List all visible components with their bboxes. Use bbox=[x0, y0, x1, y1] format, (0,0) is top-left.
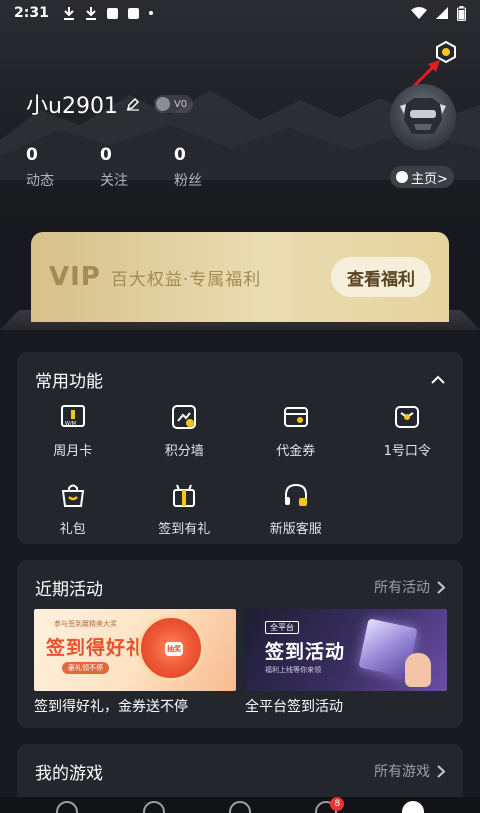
feature-password[interactable]: 1号口令 bbox=[352, 402, 464, 464]
feature-label: 签到有礼 bbox=[158, 522, 211, 537]
lottery-wheel-image: 抽奖 bbox=[138, 615, 204, 681]
svg-text:W/M: W/M bbox=[65, 421, 76, 427]
notification-square-icon bbox=[106, 7, 118, 19]
card-title: 常用功能 bbox=[35, 372, 103, 392]
all-games-label: 所有游戏 bbox=[374, 764, 430, 780]
bottom-navigation: 8 bbox=[0, 797, 480, 813]
stat-label: 粉丝 bbox=[174, 173, 202, 189]
profile-stats: 0 动态 0 关注 0 粉丝 bbox=[26, 145, 248, 190]
hand-image bbox=[405, 653, 431, 687]
recent-activities-card: 近期活动 所有活动 参与签到赢精美大奖 签到得好礼 豪礼领不停 抽奖 全平台 签… bbox=[17, 560, 463, 728]
feature-label: 积分墙 bbox=[164, 444, 204, 459]
stat-label: 关注 bbox=[100, 173, 128, 189]
avatar[interactable] bbox=[390, 84, 456, 150]
card-title: 我的游戏 bbox=[35, 764, 103, 784]
stat-value: 0 bbox=[174, 145, 186, 165]
chevron-right-icon bbox=[437, 764, 445, 778]
download-icon bbox=[63, 6, 75, 20]
wheel-center-label: 抽奖 bbox=[165, 642, 183, 656]
customer-service-icon bbox=[281, 480, 311, 510]
banner-headline: 签到得好礼 bbox=[46, 637, 147, 659]
nav-games[interactable] bbox=[228, 797, 252, 813]
edit-icon[interactable] bbox=[126, 97, 140, 111]
feature-label: 新版客服 bbox=[269, 522, 322, 537]
vip-description: 百大权益·专属福利 bbox=[110, 269, 262, 290]
my-games-card: 我的游戏 所有游戏 bbox=[17, 744, 463, 804]
download-icon bbox=[85, 6, 97, 20]
feature-voucher[interactable]: 代金券 bbox=[240, 402, 352, 464]
gift-bag-icon bbox=[58, 480, 88, 510]
banner-subtext: 福利上线等你来领 bbox=[265, 666, 321, 674]
discover-nav-icon bbox=[142, 801, 165, 813]
features-grid: W/M 周月卡 积分墙 代金券 1号口令 礼包 签到有礼 新版客服 bbox=[17, 402, 463, 542]
feature-gift-bag[interactable]: 礼包 bbox=[17, 480, 129, 542]
status-time: 2:31 bbox=[14, 5, 49, 21]
robot-avatar-icon bbox=[400, 98, 446, 134]
wifi-icon bbox=[411, 6, 427, 19]
stat-following[interactable]: 0 关注 bbox=[100, 145, 174, 190]
username-row: 小u2901 V0 bbox=[26, 88, 194, 120]
password-icon bbox=[392, 402, 422, 432]
voucher-icon bbox=[281, 402, 311, 432]
feature-monthly-card[interactable]: W/M 周月卡 bbox=[17, 402, 129, 464]
nav-profile[interactable] bbox=[401, 797, 425, 813]
vip-label: VIP bbox=[49, 262, 101, 292]
monthly-card-icon: W/M bbox=[58, 402, 88, 432]
banner-caption[interactable]: 签到得好礼，金券送不停 bbox=[34, 696, 188, 716]
feature-label: 礼包 bbox=[59, 522, 86, 537]
activity-banner-platform-checkin[interactable]: 全平台 签到活动 福利上线等你来领 bbox=[245, 609, 447, 691]
activity-banner-checkin-gift[interactable]: 参与签到赢精美大奖 签到得好礼 豪礼领不停 抽奖 bbox=[34, 609, 236, 691]
feature-label: 周月卡 bbox=[53, 444, 93, 459]
card-title: 近期活动 bbox=[35, 580, 103, 600]
level-text: V0 bbox=[173, 98, 188, 110]
message-count-badge: 8 bbox=[330, 797, 345, 811]
nav-home[interactable] bbox=[55, 797, 79, 813]
games-nav-icon bbox=[228, 801, 251, 813]
stat-value: 0 bbox=[26, 145, 38, 165]
collapse-chevron-up-icon[interactable] bbox=[431, 370, 445, 389]
stat-value: 0 bbox=[100, 145, 112, 165]
feature-label: 代金券 bbox=[276, 444, 316, 459]
checkin-gift-icon bbox=[169, 480, 199, 510]
feature-label: 1号口令 bbox=[383, 444, 431, 459]
all-games-link[interactable]: 所有游戏 bbox=[374, 761, 445, 781]
stat-posts[interactable]: 0 动态 bbox=[26, 145, 100, 190]
stat-label: 动态 bbox=[26, 173, 54, 189]
nav-messages[interactable]: 8 bbox=[314, 797, 345, 813]
level-badge[interactable]: V0 bbox=[153, 95, 194, 113]
common-features-card: 常用功能 W/M 周月卡 积分墙 代金券 1号口令 礼包 签到有礼 新版客服 bbox=[17, 352, 463, 544]
banner-tag: 全平台 bbox=[265, 621, 299, 634]
chevron-right-icon bbox=[437, 580, 445, 594]
level-icon bbox=[155, 97, 170, 111]
all-activities-label: 所有活动 bbox=[374, 580, 430, 596]
smile-icon bbox=[396, 171, 409, 183]
stat-followers[interactable]: 0 粉丝 bbox=[174, 145, 248, 190]
more-notifications-dot-icon bbox=[148, 11, 153, 15]
profile-header: 小u2901 V0 0 动态 0 关注 0 粉丝 主页> bbox=[0, 0, 480, 225]
banner-small-text: 参与签到赢精美大奖 bbox=[54, 620, 117, 628]
username: 小u2901 bbox=[26, 94, 118, 119]
battery-icon bbox=[457, 5, 466, 21]
vip-card[interactable]: VIP 百大权益·专属福利 查看福利 bbox=[31, 232, 449, 322]
signal-icon bbox=[436, 7, 448, 19]
points-wall-icon bbox=[169, 402, 199, 432]
profile-nav-icon bbox=[401, 801, 424, 813]
notification-square-icon bbox=[127, 7, 139, 19]
home-nav-icon bbox=[56, 801, 79, 813]
feature-points-wall[interactable]: 积分墙 bbox=[129, 402, 241, 464]
feature-checkin-gift[interactable]: 签到有礼 bbox=[129, 480, 241, 542]
banner-subtext: 豪礼领不停 bbox=[62, 662, 109, 674]
vip-section: VIP 百大权益·专属福利 查看福利 bbox=[0, 228, 480, 336]
view-benefits-button[interactable]: 查看福利 bbox=[331, 257, 431, 297]
banner-headline: 签到活动 bbox=[265, 641, 346, 663]
home-page-button[interactable]: 主页> bbox=[390, 166, 454, 188]
nav-discover[interactable] bbox=[142, 797, 166, 813]
status-bar: 2:31 bbox=[0, 0, 480, 26]
all-activities-link[interactable]: 所有活动 bbox=[374, 577, 445, 597]
home-page-label: 主页> bbox=[411, 171, 448, 187]
banner-caption[interactable]: 全平台签到活动 bbox=[245, 696, 343, 716]
feature-customer-service[interactable]: 新版客服 bbox=[240, 480, 352, 542]
